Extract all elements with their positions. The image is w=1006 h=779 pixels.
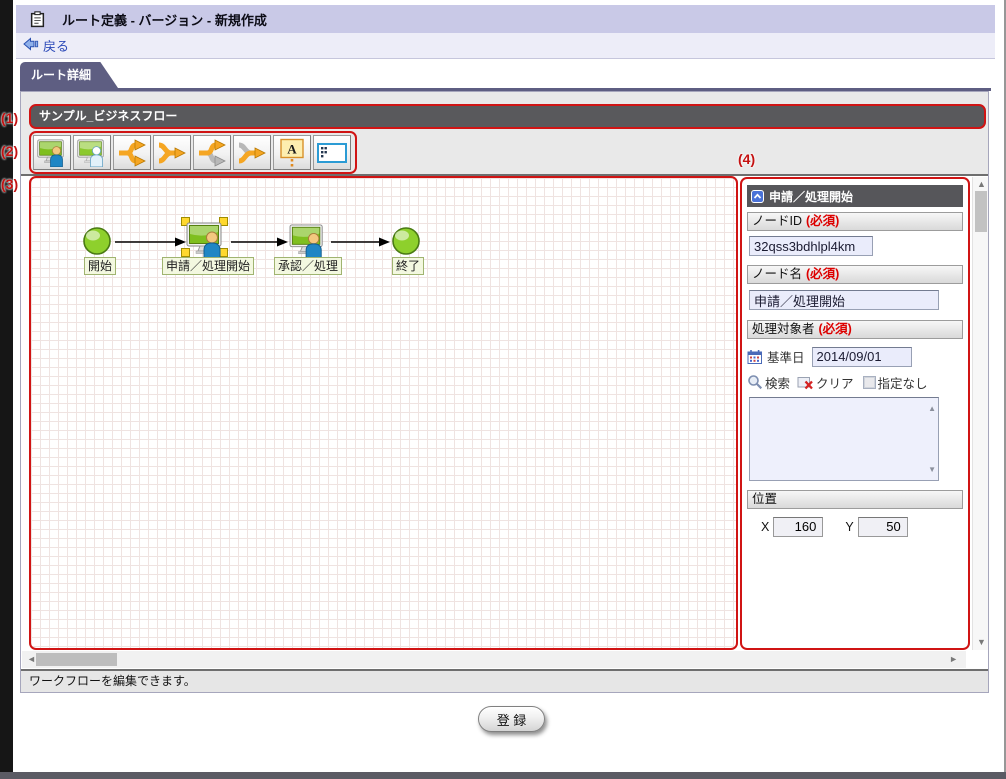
properties-header: 申請／処理開始 <box>747 185 963 207</box>
calendar-icon[interactable] <box>747 349 763 365</box>
scroll-right-icon[interactable]: ► <box>949 655 958 664</box>
callout-1: (1) <box>1 110 19 126</box>
workflow-editor-widget: サンプル_ビジネスフロー A 開始 申請／処理開始 承認／処理 終了 申請／処理… <box>20 91 989 693</box>
node-end[interactable] <box>391 226 421 261</box>
node-start-label: 開始 <box>84 257 117 275</box>
node-name-input[interactable] <box>749 290 939 310</box>
start-node-icon <box>83 227 111 255</box>
target-label: 処理対象者 <box>752 321 815 336</box>
flow-definition-title-bar: サンプル_ビジネスフロー <box>29 104 986 129</box>
horizontal-scroll-thumb[interactable] <box>36 653 117 666</box>
properties-title: 申請／処理開始 <box>769 189 854 204</box>
x-input[interactable] <box>773 516 824 537</box>
required-badge: (必須) <box>806 214 840 228</box>
branch-join-icon[interactable] <box>153 135 191 170</box>
annotation-icon[interactable]: A <box>273 135 311 170</box>
target-field-bar: 処理対象者 (必須) <box>747 319 963 339</box>
required-badge: (必須) <box>806 267 840 281</box>
search-row: 検索 クリア 指定なし <box>747 373 963 392</box>
search-icon[interactable] <box>747 374 763 390</box>
base-date-input[interactable] <box>811 346 912 367</box>
window-title-bar: ルート定義 - バージョン - 新規作成 <box>16 5 995 33</box>
clear-label[interactable]: クリア <box>816 373 854 392</box>
back-arrow-icon <box>23 37 39 54</box>
node-end-label: 終了 <box>392 257 425 275</box>
canvas-horizontal-scrollbar[interactable]: ◄ ► <box>22 651 966 668</box>
vertical-scroll-thumb[interactable] <box>975 191 987 232</box>
target-listbox[interactable]: ▲ ▼ <box>749 396 939 481</box>
position-row: X Y <box>761 516 963 537</box>
svg-text:A: A <box>287 141 297 156</box>
back-bar: 戻る <box>16 33 995 59</box>
workflow-canvas[interactable]: 開始 申請／処理開始 承認／処理 終了 <box>29 176 738 650</box>
process-node-icon <box>186 222 222 260</box>
panel-vertical-scrollbar[interactable]: ▲ ▼ <box>972 177 988 650</box>
back-label: 戻る <box>43 39 70 54</box>
scroll-up-icon[interactable]: ▲ <box>977 180 986 189</box>
callout-2: (2) <box>1 143 19 159</box>
connector-arrows <box>115 237 390 247</box>
node-palette-toolbar: A <box>29 131 357 174</box>
no-select-checkbox[interactable] <box>862 375 876 389</box>
back-link[interactable]: 戻る <box>23 36 69 55</box>
flow-title-text: サンプル_ビジネスフロー <box>39 109 178 123</box>
bottom-border-strip <box>0 772 1006 779</box>
scroll-left-icon[interactable]: ◄ <box>27 655 36 664</box>
no-select-label: 指定なし <box>877 376 928 391</box>
y-label: Y <box>845 519 854 534</box>
listbox-scroll-down-icon[interactable]: ▼ <box>928 465 936 474</box>
node-id-label: ノードID <box>752 214 803 228</box>
position-label: 位置 <box>752 491 778 506</box>
x-label: X <box>761 519 770 534</box>
search-label[interactable]: 検索 <box>765 373 790 392</box>
base-date-label: 基準日 <box>767 351 805 365</box>
clear-icon[interactable] <box>797 375 814 390</box>
y-input[interactable] <box>857 516 908 537</box>
node-application-start-label: 申請／処理開始 <box>162 257 255 275</box>
swimlane-icon[interactable] <box>313 135 351 170</box>
page: ルート定義 - バージョン - 新規作成 戻る ルート詳細 サンプル_ビジネスフ… <box>0 0 1006 779</box>
scrollbar-corner <box>966 651 988 668</box>
callout-3: (3) <box>1 176 19 192</box>
clipboard-icon <box>28 10 46 28</box>
node-approval-label: 承認／処理 <box>274 257 343 275</box>
process-node-icon <box>289 224 323 260</box>
page-title: ルート定義 - バージョン - 新規作成 <box>62 12 267 28</box>
scroll-down-icon[interactable]: ▼ <box>977 638 986 647</box>
node-start[interactable] <box>82 226 112 261</box>
tab-route-detail[interactable]: ルート詳細 <box>20 62 118 88</box>
node-name-label: ノード名 <box>752 267 803 281</box>
node-id-input[interactable] <box>749 236 873 256</box>
end-node-icon <box>392 227 420 255</box>
callout-4: (4) <box>738 151 756 167</box>
node-id-field-bar: ノードID (必須) <box>747 212 963 231</box>
sync-start-icon[interactable] <box>193 135 231 170</box>
base-date-row: 基準日 <box>747 346 963 367</box>
register-button[interactable]: 登 録 <box>478 706 545 732</box>
collapse-icon[interactable] <box>751 189 764 203</box>
branch-start-icon[interactable] <box>113 135 151 170</box>
properties-panel: 申請／処理開始 ノードID(必須) ノード名(必須) 処理対象者(必須) <box>740 177 970 650</box>
position-field-bar: 位置 <box>747 489 963 509</box>
listbox-scroll-up-icon[interactable]: ▲ <box>928 404 936 413</box>
process-node-icon[interactable] <box>33 135 71 170</box>
status-bar: ワークフローを編集できます。 <box>21 671 988 692</box>
required-badge: (必須) <box>818 321 852 336</box>
sync-join-icon[interactable] <box>233 135 271 170</box>
dynamic-process-node-icon[interactable] <box>73 135 111 170</box>
node-name-field-bar: ノード名 (必須) <box>747 265 963 284</box>
